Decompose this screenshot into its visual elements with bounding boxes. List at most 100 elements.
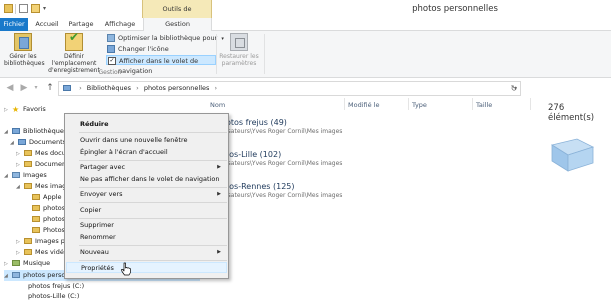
forward-arrow-icon[interactable]: ▶ [18, 82, 30, 94]
breadcrumb-chevron-icon[interactable]: › [136, 84, 139, 92]
list-group[interactable]: tos-Lille (102) isateurs\Yves Roger Corn… [226, 150, 342, 167]
collapse-arrow-icon[interactable]: ◢ [16, 182, 24, 193]
menu-item-label: Supprimer [80, 221, 114, 229]
column-divider[interactable] [472, 98, 473, 110]
menu-item-label: Ouvrir dans une nouvelle fenêtre [80, 136, 188, 144]
tree-item-documents[interactable]: ◢ Documents [10, 137, 66, 148]
submenu-arrow-icon: ▶ [217, 191, 221, 197]
tree-item-label: Mes vidéo [35, 248, 68, 256]
breadcrumb-chevron-icon[interactable]: › [79, 84, 82, 92]
column-divider[interactable] [344, 98, 345, 110]
list-group[interactable]: otos frejus (49) isateurs\Yves Roger Cor… [226, 118, 342, 135]
group-path: isateurs\Yves Roger Cornil\Mes images [226, 128, 343, 135]
folder-icon[interactable] [4, 4, 13, 13]
optimize-icon [107, 34, 115, 42]
tree-item-photos-frejus[interactable]: photos f [24, 203, 70, 214]
tree-item-musique[interactable]: ▷ Musique [4, 258, 50, 269]
set-save-location-button[interactable]: Définir l'emplacement d'enregistrement [44, 33, 104, 74]
menu-item-reduire[interactable]: Réduire [66, 119, 227, 130]
tree-item-label: Favoris [23, 105, 46, 113]
tree-item-label: photos frejus (C:) [28, 282, 85, 290]
window-title: photos personnelles [412, 4, 498, 14]
properties-icon[interactable] [19, 4, 28, 13]
menu-item-proprietes[interactable]: Propriétés [66, 262, 227, 273]
library-icon [63, 85, 71, 91]
tree-item-photos-lille-c[interactable]: photos-Lille (C:) [20, 291, 79, 302]
folder-icon [32, 227, 40, 233]
music-icon [12, 260, 20, 266]
group-name: otos frejus (49) [226, 118, 287, 127]
show-in-nav-pane-checkbox[interactable]: ✓ Afficher dans le volet de navigation [106, 55, 216, 75]
tree-item-mes-images[interactable]: ◢ Mes imag [16, 181, 66, 192]
menu-item-epingler[interactable]: Épingler à l'écran d'accueil [66, 147, 227, 158]
menu-item-label: Réduire [80, 120, 109, 128]
menu-item-ouvrir-nouvelle-fenetre[interactable]: Ouvrir dans une nouvelle fenêtre [66, 135, 227, 146]
menu-item-ne-pas-afficher[interactable]: Ne pas afficher dans le volet de navigat… [66, 174, 227, 185]
library-preview-icon [550, 138, 595, 172]
ribbon-group-label: Gestion [98, 69, 122, 76]
recent-locations-icon[interactable]: ▾ [32, 82, 40, 94]
library-icon [18, 139, 26, 145]
title-bar: ▾ [0, 0, 611, 18]
tree-item-bibliotheques[interactable]: ◢ Bibliothèques [4, 126, 67, 137]
qat-separator [15, 4, 16, 14]
menu-item-label: Nouveau [80, 248, 109, 256]
list-group[interactable]: tos-Rennes (125) isateurs\Yves Roger Cor… [226, 182, 342, 199]
folder-icon [32, 194, 40, 200]
tree-item-label: Mes imag [35, 182, 67, 190]
folder-icon [24, 150, 32, 156]
qat-dropdown-icon[interactable]: ▾ [43, 4, 49, 13]
restore-settings-button[interactable]: Restaurer les paramètres [218, 33, 260, 67]
optimize-library-button[interactable]: Optimiser la bibliothèque pour ▾ [107, 33, 224, 43]
tree-item-mes-videos[interactable]: ▷ Mes vidéo [16, 247, 68, 258]
collapse-arrow-icon[interactable]: ◢ [4, 271, 12, 282]
collapse-arrow-icon[interactable]: ◢ [4, 171, 12, 182]
manage-libraries-button[interactable]: Gérer les bibliothèques [4, 33, 45, 67]
breadcrumb-item[interactable]: photos personnelles [144, 84, 210, 92]
group-path: isateurs\Yves Roger Cornil\Mes images [226, 160, 343, 167]
tab-accueil[interactable]: Accueil [32, 18, 62, 31]
column-divider[interactable] [408, 98, 409, 110]
tab-affichage[interactable]: Affichage [101, 18, 139, 31]
tab-fichier[interactable]: Fichier [0, 18, 28, 31]
tree-item-label: Documents [29, 138, 67, 146]
column-divider[interactable] [530, 98, 531, 110]
change-icon-button[interactable]: Changer l'icône [107, 44, 169, 54]
tree-item-images-publiques[interactable]: ▷ Images pu [16, 236, 69, 247]
up-arrow-icon[interactable]: ↑ [44, 82, 56, 94]
library-icon [14, 33, 32, 51]
menu-item-copier[interactable]: Copier [66, 205, 227, 216]
column-header-name[interactable]: Nom [210, 101, 225, 109]
menu-item-renommer[interactable]: Renommer [66, 232, 227, 243]
tree-item-favoris[interactable]: ▷ ★ Favoris [4, 104, 46, 115]
group-name: tos-Rennes (125) [226, 182, 295, 191]
group-name: tos-Lille (102) [226, 150, 282, 159]
breadcrumb-chevron-icon[interactable]: › [215, 84, 218, 92]
menu-item-nouveau[interactable]: Nouveau ▶ [66, 247, 227, 258]
tree-item-images[interactable]: ◢ Images [4, 170, 47, 181]
refresh-icon[interactable]: ↻ [508, 82, 520, 95]
expand-arrow-icon[interactable]: ▷ [4, 105, 12, 116]
menu-separator [79, 218, 227, 219]
item-count: 276 élément(s) [548, 103, 595, 123]
back-arrow-icon[interactable]: ◀ [4, 82, 16, 94]
menu-item-label: Épingler à l'écran d'accueil [80, 148, 168, 156]
column-header-size[interactable]: Taille [476, 101, 492, 109]
menu-item-supprimer[interactable]: Supprimer [66, 220, 227, 231]
menu-item-label: Envoyer vers [80, 190, 123, 198]
manage-libraries-label: Gérer les bibliothèques [4, 53, 45, 67]
menu-item-partager-avec[interactable]: Partager avec ▶ [66, 162, 227, 173]
menu-item-envoyer-vers[interactable]: Envoyer vers ▶ [66, 189, 227, 200]
folder-icon [32, 205, 40, 211]
expand-arrow-icon[interactable]: ▷ [4, 259, 12, 270]
checkbox-checked-icon: ✓ [108, 57, 116, 65]
image-library-icon [12, 172, 20, 178]
tab-gestion[interactable]: Gestion [143, 18, 212, 32]
tree-item-label: photos-Lille (C:) [28, 292, 80, 300]
column-header-modified[interactable]: Modifié le [348, 101, 379, 109]
new-folder-icon[interactable] [31, 4, 40, 13]
breadcrumb-item[interactable]: Bibliothèques [87, 84, 131, 92]
address-bar[interactable]: › Bibliothèques › photos personnelles › … [58, 81, 521, 96]
tree-item-documents-public[interactable]: ▷ Document [16, 159, 69, 170]
column-header-type[interactable]: Type [412, 101, 427, 109]
